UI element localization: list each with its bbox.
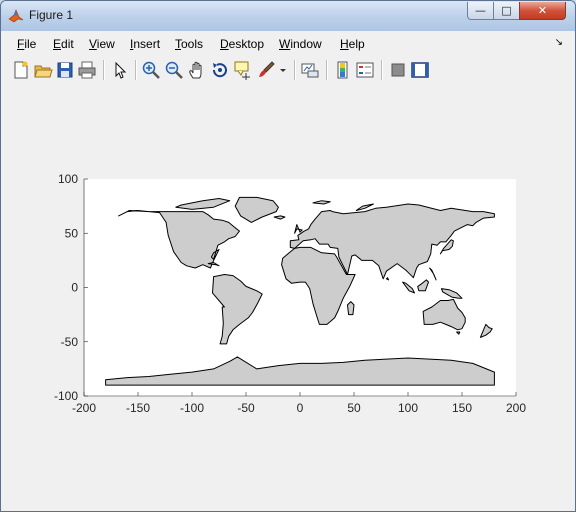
toolbar-separator [326, 60, 328, 80]
menu-view[interactable]: View [89, 37, 115, 51]
brush-icon [259, 61, 275, 77]
save-icon [57, 62, 73, 78]
rotate-3d-button[interactable] [210, 60, 230, 80]
menu-edit[interactable]: Edit [53, 37, 74, 51]
link-plot-icon [301, 63, 319, 78]
save-button[interactable] [55, 60, 75, 80]
minimize-icon: — [475, 4, 486, 17]
print-icon [78, 61, 96, 79]
insert-colorbar-button[interactable] [333, 60, 353, 80]
pan-button[interactable] [187, 60, 207, 80]
figure-window: Figure 1 — □ ✕ File Edit View Insert Too… [0, 0, 576, 512]
y-tick-label: 50 [65, 226, 79, 240]
close-icon: ✕ [537, 4, 548, 17]
menu-desktop[interactable]: Desktop [220, 37, 264, 51]
show-plot-tools-button[interactable] [410, 60, 430, 80]
figure-canvas[interactable]: -200 -150 -100 -50 0 50 100 150 200 100 50 0 -50 -100 [8, 85, 568, 503]
print-button[interactable] [77, 60, 97, 80]
x-tick-label: 0 [297, 401, 304, 415]
brush-button[interactable] [256, 60, 276, 80]
new-figure-button[interactable] [11, 60, 31, 80]
x-tick-label: -50 [237, 401, 255, 415]
hide-plot-tools-button[interactable] [388, 60, 408, 80]
x-tick-label: -150 [126, 401, 150, 415]
dock-figure-icon[interactable]: ↘ [555, 37, 563, 48]
new-figure-icon [14, 61, 28, 79]
chevron-down-icon [280, 69, 286, 72]
hide-plot-tools-icon [391, 63, 405, 77]
link-plot-button[interactable] [300, 60, 320, 80]
menu-file[interactable]: File [17, 37, 36, 51]
menu-tools[interactable]: Tools [175, 37, 203, 51]
colorbar-icon [337, 61, 348, 79]
pan-hand-icon [189, 61, 202, 79]
toolbar-separator [294, 60, 296, 80]
show-plot-tools-icon [411, 62, 429, 78]
x-tick-label: 50 [347, 401, 361, 415]
x-tick-label: 150 [452, 401, 472, 415]
x-tick-label: 100 [398, 401, 418, 415]
zoom-out-icon [165, 61, 183, 79]
menu-insert[interactable]: Insert [130, 37, 160, 51]
y-tick-label: 0 [71, 281, 78, 295]
y-tick-label: -50 [61, 335, 79, 349]
toolbar-separator [135, 60, 137, 80]
window-title: Figure 1 [29, 8, 74, 22]
world-map-plot[interactable]: -200 -150 -100 -50 0 50 100 150 200 100 50 0 -50 -100 [8, 85, 568, 503]
y-tick-label: 100 [58, 172, 78, 186]
menu-bar: File Edit View Insert Tools Desktop Wind… [8, 31, 568, 55]
open-file-button[interactable] [33, 60, 53, 80]
x-tick-label: 200 [506, 401, 526, 415]
title-bar[interactable]: Figure 1 — □ ✕ [1, 1, 575, 31]
zoom-in-button[interactable] [141, 60, 161, 80]
menu-help[interactable]: Help [340, 37, 365, 51]
toolbar-separator [103, 60, 105, 80]
brush-dropdown[interactable] [278, 60, 288, 80]
landmass-madagascar [347, 301, 355, 316]
insert-legend-button[interactable] [355, 60, 375, 80]
y-tick-label: -100 [54, 389, 78, 403]
minimize-button[interactable]: — [467, 2, 494, 20]
x-tick-label: -100 [180, 401, 204, 415]
x-tick-label: -200 [72, 401, 96, 415]
figure-toolbar [8, 55, 568, 86]
matlab-logo-icon [8, 8, 24, 24]
edit-plot-button[interactable] [110, 60, 130, 80]
data-cursor-button[interactable] [233, 60, 253, 80]
legend-icon [356, 62, 374, 78]
data-cursor-icon [234, 61, 250, 80]
maximize-button[interactable]: □ [493, 2, 520, 20]
rotate-3d-icon [212, 63, 227, 78]
zoom-in-icon [142, 61, 160, 79]
open-file-icon [34, 65, 53, 78]
maximize-icon: □ [501, 4, 512, 17]
toolbar-separator [381, 60, 383, 80]
edit-plot-arrow-icon [115, 61, 127, 79]
close-button[interactable]: ✕ [519, 2, 566, 20]
menu-window[interactable]: Window [279, 37, 322, 51]
zoom-out-button[interactable] [164, 60, 184, 80]
